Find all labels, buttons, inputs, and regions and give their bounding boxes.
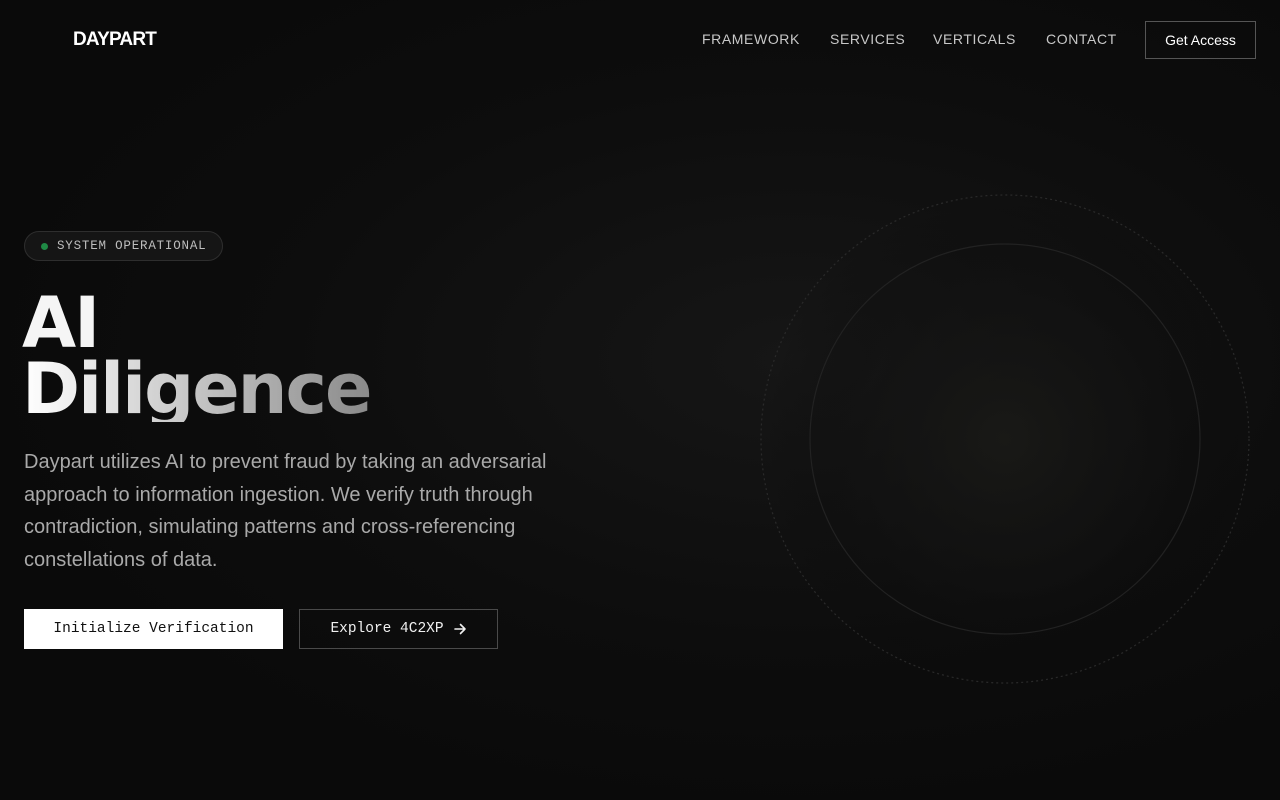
hero-title-line2: Diligence (22, 348, 372, 430)
site-header: DAYPART FRAMEWORK SERVICES VERTICALS CON… (0, 0, 1280, 80)
orbit-glow (765, 199, 1245, 679)
nav-item-verticals[interactable]: VERTICALS (933, 31, 1016, 47)
explore-button[interactable]: Explore 4C2XP (299, 609, 498, 649)
hero-title-line1: AI (22, 282, 100, 364)
hero-description: Daypart utilizes AI to prevent fraud by … (24, 451, 547, 571)
landing-page: DAYPART FRAMEWORK SERVICES VERTICALS CON… (0, 0, 1280, 800)
arrow-right-icon (453, 623, 466, 635)
status-badge: SYSTEM OPERATIONAL (24, 231, 224, 261)
status-dot-icon (41, 242, 48, 250)
brand-logo[interactable]: DAYPART (73, 29, 157, 51)
nav-item-services[interactable]: SERVICES (830, 31, 905, 47)
nav-item-framework[interactable]: FRAMEWORK (702, 31, 800, 47)
status-text: SYSTEM OPERATIONAL (57, 239, 207, 253)
nav-item-contact[interactable]: CONTACT (1046, 31, 1117, 47)
hero-title: AI Diligence (22, 282, 372, 430)
explore-button-label: Explore 4C2XP (330, 621, 444, 637)
initialize-verification-button[interactable]: Initialize Verification (24, 609, 283, 649)
get-access-button[interactable]: Get Access (1145, 21, 1256, 59)
orbit-decoration (760, 194, 1250, 684)
